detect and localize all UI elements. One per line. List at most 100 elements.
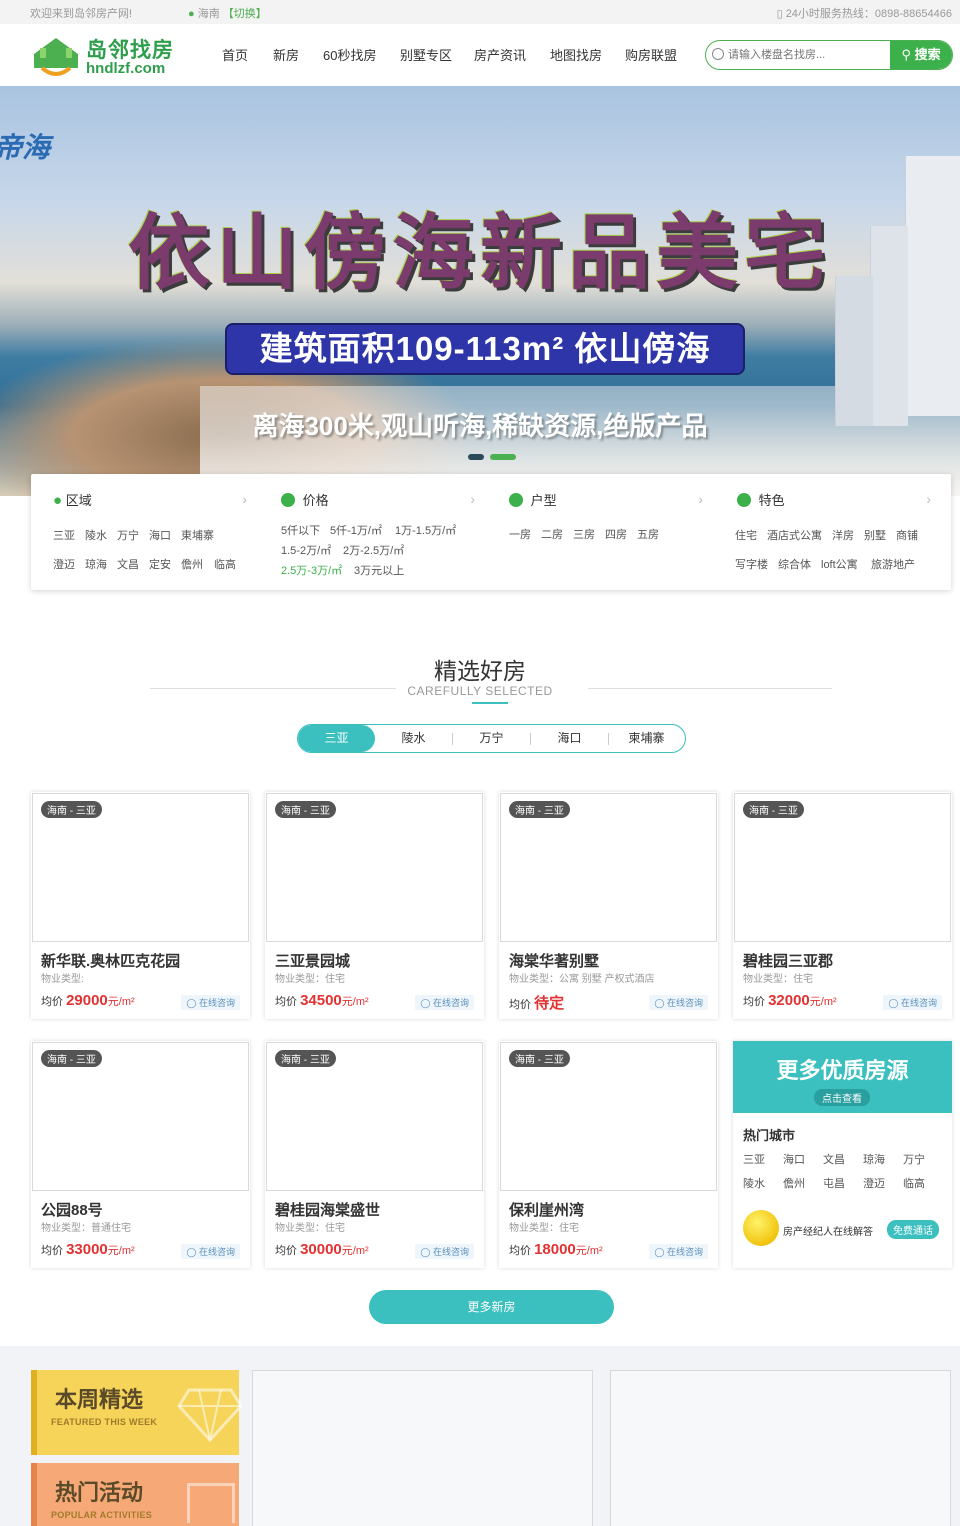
filter-region-header[interactable]: ● 区域 bbox=[53, 490, 92, 509]
filter-option[interactable]: 定安 bbox=[149, 556, 171, 572]
chevron-right-icon[interactable]: › bbox=[926, 491, 931, 507]
site-logo[interactable]: 岛邻找房 hndlzf.com bbox=[30, 30, 180, 80]
nav-item-villa[interactable]: 别墅专区 bbox=[400, 45, 452, 64]
tab-wanning[interactable]: 万宁 bbox=[453, 725, 530, 752]
filter-price-header[interactable]: 价格 bbox=[281, 490, 329, 509]
consult-button[interactable]: ◯ 在线咨询 bbox=[181, 1244, 240, 1259]
search-input[interactable] bbox=[728, 41, 888, 69]
filter-layout-header[interactable]: 户型 bbox=[509, 490, 557, 509]
filter-option[interactable]: 1.5-2万/㎡ bbox=[281, 542, 331, 558]
filter-option[interactable]: 住宅 bbox=[735, 527, 757, 543]
nav-item-new-homes[interactable]: 新房 bbox=[273, 45, 299, 64]
tab-haikou[interactable]: 海口 bbox=[531, 725, 608, 752]
property-image[interactable]: 海南 - 三亚 bbox=[734, 793, 951, 942]
hot-city-link[interactable]: 澄迈 bbox=[863, 1175, 885, 1191]
promo-hot-activities[interactable]: 热门活动 POPULAR ACTIVITIES bbox=[31, 1463, 239, 1526]
filter-option[interactable]: 5仟以下 bbox=[281, 522, 320, 538]
property-card[interactable]: 海南 - 三亚 碧桂园海棠盛世 物业类型：住宅 均价 30000元/m² ◯ 在… bbox=[265, 1041, 484, 1268]
view-more-button[interactable]: 点击查看 bbox=[814, 1089, 870, 1106]
content-panel-right[interactable] bbox=[610, 1370, 951, 1526]
filter-option[interactable]: 综合体 bbox=[778, 556, 811, 572]
hot-city-link[interactable]: 文昌 bbox=[823, 1151, 845, 1167]
property-image[interactable]: 海南 - 三亚 bbox=[32, 793, 249, 942]
chevron-right-icon[interactable]: › bbox=[470, 491, 475, 507]
chevron-right-icon[interactable]: › bbox=[698, 491, 703, 507]
property-card[interactable]: 海南 - 三亚 新华联.奥林匹克花园 物业类型: 均价 29000元/m² ◯ … bbox=[31, 792, 250, 1019]
nav-item-alliance[interactable]: 购房联盟 bbox=[625, 45, 677, 64]
slide-dot-1[interactable] bbox=[468, 454, 484, 460]
filter-option[interactable]: 1万-1.5万/㎡ bbox=[395, 522, 456, 538]
tab-cambodia[interactable]: 柬埔寨 bbox=[608, 725, 685, 752]
search-button[interactable]: ⚲ 搜索 bbox=[890, 41, 952, 69]
filter-option[interactable]: 商铺 bbox=[896, 527, 918, 543]
property-name[interactable]: 公园88号 bbox=[41, 1199, 103, 1220]
filter-option[interactable]: 東埔寨 bbox=[181, 527, 214, 543]
consult-button[interactable]: ◯ 在线咨询 bbox=[181, 995, 240, 1010]
property-name[interactable]: 碧桂园三亚郡 bbox=[743, 950, 833, 971]
filter-option[interactable]: 万宁 bbox=[117, 527, 139, 543]
filter-option[interactable]: 2.5万-3万/㎡ bbox=[281, 562, 342, 578]
consult-button[interactable]: ◯ 在线咨询 bbox=[649, 995, 708, 1010]
property-name[interactable]: 碧桂园海棠盛世 bbox=[275, 1199, 380, 1220]
consult-button[interactable]: ◯ 在线咨询 bbox=[649, 1244, 708, 1259]
hot-city-link[interactable]: 儋州 bbox=[783, 1175, 805, 1191]
consult-button[interactable]: ◯ 在线咨询 bbox=[415, 1244, 474, 1259]
property-card[interactable]: 海南 - 三亚 海棠华著别墅 物业类型：公寓 别墅 产权式酒店 均价 待定 ◯ … bbox=[499, 792, 718, 1019]
property-image[interactable]: 海南 - 三亚 bbox=[500, 1042, 717, 1191]
filter-option[interactable]: 写字楼 bbox=[735, 556, 768, 572]
filter-option[interactable]: 酒店式公寓 bbox=[767, 527, 822, 543]
hot-city-link[interactable]: 万宁 bbox=[903, 1151, 925, 1167]
property-name[interactable]: 新华联.奥林匹克花园 bbox=[41, 950, 180, 971]
more-listings-banner[interactable]: 更多优质房源 点击查看 bbox=[733, 1041, 952, 1113]
filter-option[interactable]: 3万元以上 bbox=[354, 562, 404, 578]
filter-option[interactable]: 儋州 bbox=[181, 556, 203, 572]
chevron-right-icon[interactable]: › bbox=[242, 491, 247, 507]
filter-option[interactable]: 文昌 bbox=[117, 556, 139, 572]
property-image[interactable]: 海南 - 三亚 bbox=[32, 1042, 249, 1191]
consult-button[interactable]: ◯ 在线咨询 bbox=[883, 995, 942, 1010]
filter-option[interactable]: 澄迈 bbox=[53, 556, 75, 572]
free-call-button[interactable]: 免费通话 bbox=[887, 1220, 939, 1239]
hot-city-link[interactable]: 屯昌 bbox=[823, 1175, 845, 1191]
hot-city-link[interactable]: 三亚 bbox=[743, 1151, 765, 1167]
filter-option[interactable]: 5仟-1万/㎡ bbox=[330, 522, 382, 538]
nav-item-map-search[interactable]: 地图找房 bbox=[550, 45, 602, 64]
location-selector[interactable]: ● 海南 【切换】 bbox=[188, 5, 267, 21]
hero-banner[interactable]: 帝海 依山傍海新品美宅 建筑面积109-113m² 依山傍海 离海300米,观山… bbox=[0, 86, 960, 496]
switch-city-link[interactable]: 【切换】 bbox=[223, 8, 267, 20]
filter-option[interactable]: 洋房 bbox=[832, 527, 854, 543]
property-image[interactable]: 海南 - 三亚 bbox=[500, 793, 717, 942]
filter-option[interactable]: loft公寓 bbox=[821, 556, 858, 572]
property-card[interactable]: 海南 - 三亚 碧桂园三亚郡 物业类型：住宅 均价 32000元/m² ◯ 在线… bbox=[733, 792, 952, 1019]
filter-option[interactable]: 四房 bbox=[605, 526, 627, 542]
consult-button[interactable]: ◯ 在线咨询 bbox=[415, 995, 474, 1010]
filter-option[interactable]: 二房 bbox=[541, 526, 563, 542]
nav-item-news[interactable]: 房产资讯 bbox=[474, 45, 526, 64]
property-card[interactable]: 海南 - 三亚 三亚景园城 物业类型：住宅 均价 34500元/m² ◯ 在线咨… bbox=[265, 792, 484, 1019]
tab-lingshui[interactable]: 陵水 bbox=[375, 725, 452, 752]
filter-option[interactable]: 2万-2.5万/㎡ bbox=[343, 542, 404, 558]
hot-city-link[interactable]: 临高 bbox=[903, 1175, 925, 1191]
filter-option[interactable]: 三亚 bbox=[53, 527, 75, 543]
filter-option[interactable]: 三房 bbox=[573, 526, 595, 542]
property-card[interactable]: 海南 - 三亚 公园88号 物业类型：普通住宅 均价 33000元/m² ◯ 在… bbox=[31, 1041, 250, 1268]
content-panel-left[interactable] bbox=[252, 1370, 593, 1526]
nav-item-60s-search[interactable]: 60秒找房 bbox=[323, 45, 376, 64]
property-image[interactable]: 海南 - 三亚 bbox=[266, 793, 483, 942]
filter-option[interactable]: 琼海 bbox=[85, 556, 107, 572]
promo-featured-week[interactable]: 本周精选 FEATURED THIS WEEK bbox=[31, 1370, 243, 1455]
property-image[interactable]: 海南 - 三亚 bbox=[266, 1042, 483, 1191]
filter-option[interactable]: 一房 bbox=[509, 526, 531, 542]
filter-option[interactable]: 别墅 bbox=[864, 527, 886, 543]
hot-city-link[interactable]: 陵水 bbox=[743, 1175, 765, 1191]
filter-option[interactable]: 陵水 bbox=[85, 527, 107, 543]
more-new-homes-button[interactable]: 更多新房 bbox=[369, 1290, 614, 1324]
nav-item-home[interactable]: 首页 bbox=[222, 45, 248, 64]
hot-city-link[interactable]: 海口 bbox=[783, 1151, 805, 1167]
property-name[interactable]: 三亚景园城 bbox=[275, 950, 350, 971]
filter-feature-header[interactable]: 特色 bbox=[737, 490, 785, 509]
filter-option[interactable]: 临高 bbox=[214, 556, 236, 572]
property-name[interactable]: 保利崖州湾 bbox=[509, 1199, 584, 1220]
filter-option[interactable]: 五房 bbox=[637, 526, 659, 542]
property-name[interactable]: 海棠华著别墅 bbox=[509, 950, 599, 971]
